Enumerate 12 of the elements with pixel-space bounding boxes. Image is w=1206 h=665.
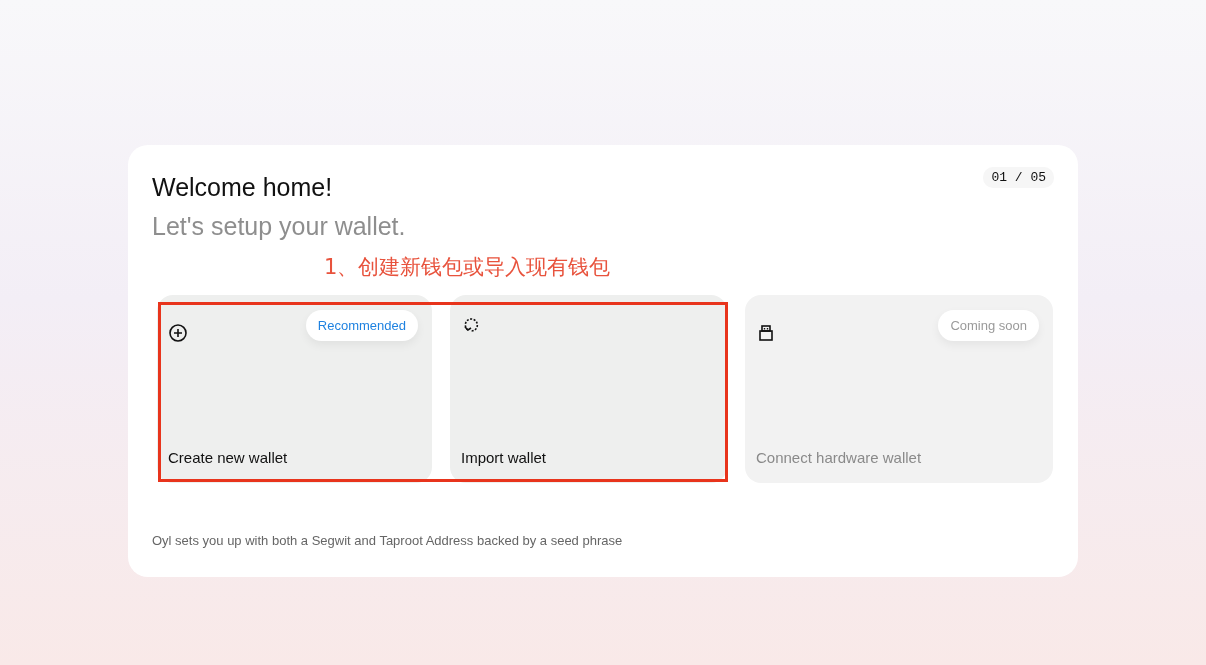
option-tag: Coming soon	[938, 310, 1039, 341]
option-tag: Recommended	[305, 310, 418, 341]
subtitle: Let's setup your wallet.	[152, 212, 407, 241]
wallet-option[interactable]: Recommended Create new wallet	[157, 295, 432, 483]
footnote: Oyl sets you up with both a Segwit and Taproot Address backed by a seed phrase	[152, 533, 624, 548]
plus-circle-icon	[168, 323, 188, 343]
usb-drive-icon	[756, 323, 776, 343]
annotation-text: 1、创建新钱包或导入现有钱包	[324, 254, 612, 281]
welcome-title: Welcome home!	[152, 173, 333, 202]
wallet-option[interactable]: Import wallet	[450, 295, 727, 483]
refresh-icon	[461, 315, 481, 335]
step-counter: 01 / 05	[983, 167, 1054, 188]
